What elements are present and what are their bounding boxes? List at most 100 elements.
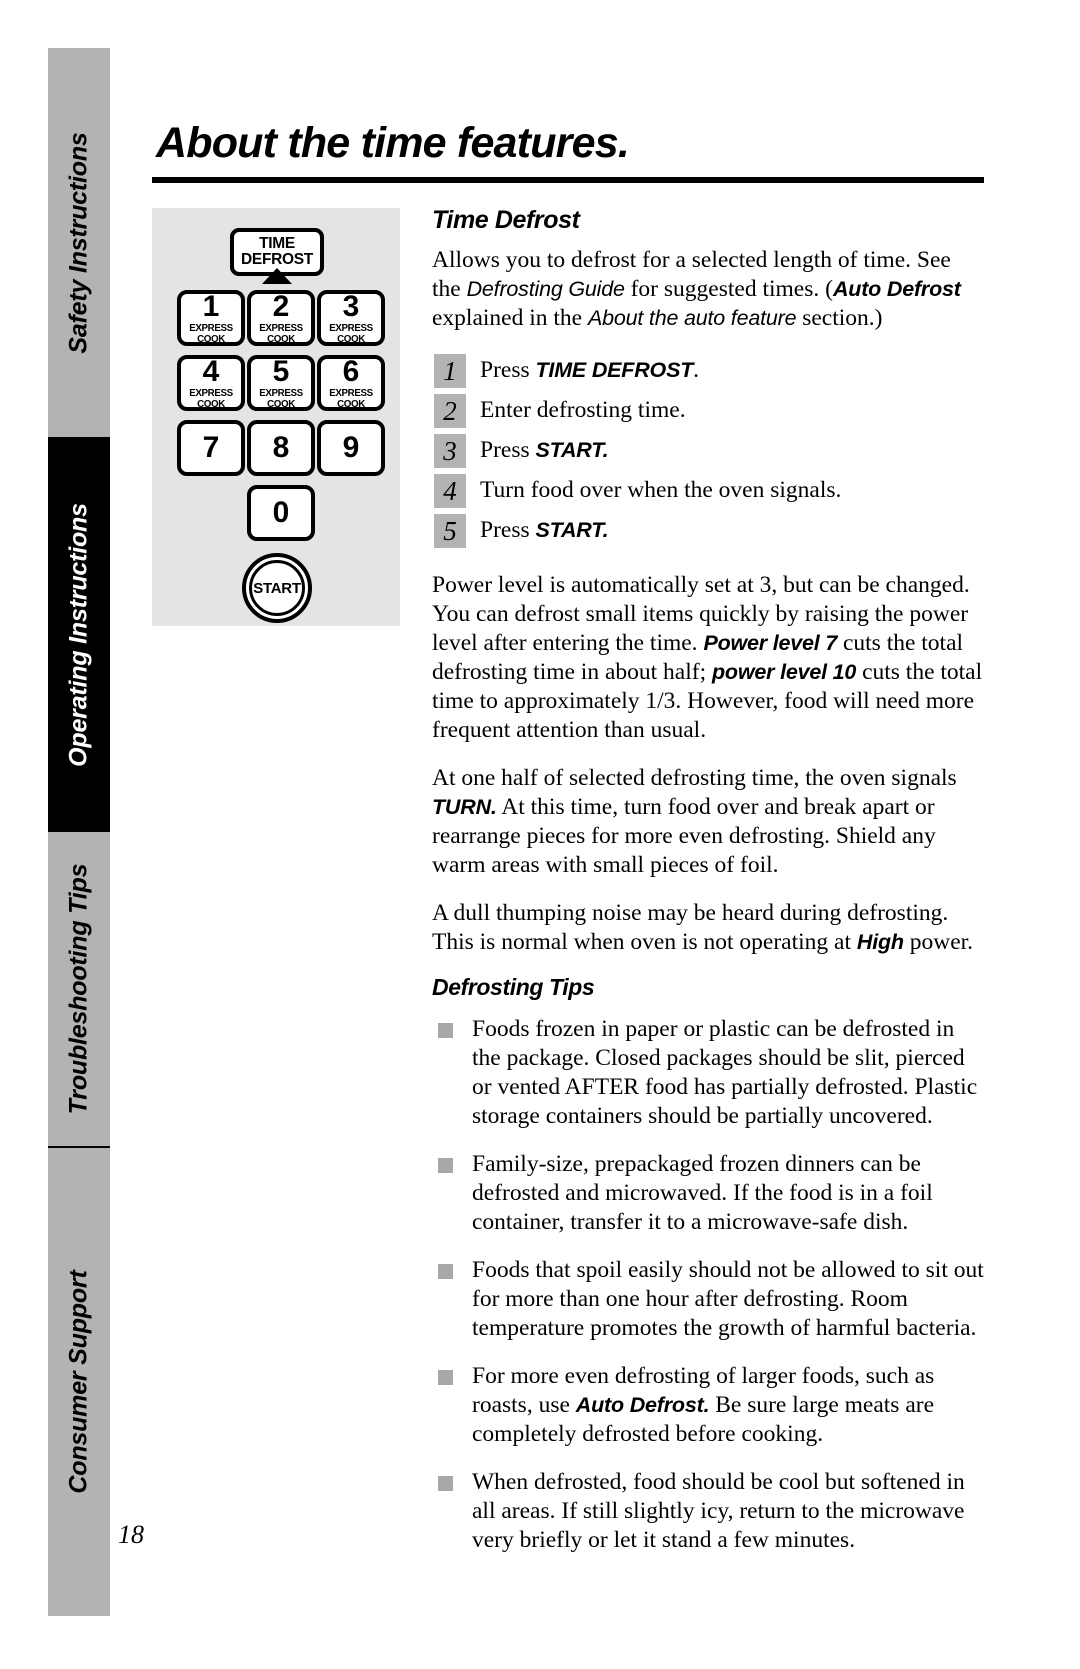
thumping-noise-paragraph: A dull thumping noise may be heard durin… <box>432 899 984 957</box>
step-text-pre: Enter defrosting time. <box>480 397 686 423</box>
keypad-key-sublabel: EXPRESS COOK <box>259 387 303 410</box>
tip-text-1: Family-size, prepackaged frozen dinners … <box>472 1151 933 1235</box>
page-main-column: About the time features. TIME DEFROST 1 … <box>152 48 984 1553</box>
tip-text-1: Foods frozen in paper or plastic can be … <box>472 1016 978 1129</box>
intro-text-4: section.) <box>796 305 883 331</box>
step-number-badge: 5 <box>434 514 466 548</box>
step-number-badge: 3 <box>434 434 466 468</box>
keypad-key-digit: 6 <box>342 355 360 388</box>
keypad-key-digit: 2 <box>272 290 290 323</box>
power-level-paragraph: Power level is automatically set at 3, b… <box>432 571 984 745</box>
keypad-key-7[interactable]: 7 <box>177 420 245 476</box>
keypad-key-sublabel: EXPRESS COOK <box>329 387 373 410</box>
sidebar-tab-label: Consumer Support <box>64 1270 93 1494</box>
sidebar-tab-consumer-support[interactable]: Consumer Support <box>48 1146 110 1616</box>
keypad-key-1[interactable]: 1 EXPRESS COOK <box>177 290 245 346</box>
step-text: Turn food over when the oven signals. <box>480 472 984 505</box>
step-text-pre: Press <box>480 357 536 383</box>
list-item: Family-size, prepackaged frozen dinners … <box>432 1150 984 1237</box>
auto-defrost-reference: Auto Defrost <box>832 277 961 301</box>
square-bullet-icon <box>438 1023 453 1038</box>
keypad-key-digit: 9 <box>342 431 360 464</box>
keypad-key-sublabel: EXPRESS COOK <box>189 387 233 410</box>
section-title-time-defrost: Time Defrost <box>432 206 580 234</box>
page-title: About the time features. <box>156 119 630 167</box>
article-body: Time Defrost Allows you to defrost for a… <box>432 208 984 1574</box>
square-bullet-icon <box>438 1476 453 1491</box>
intro-text-2: for suggested times. ( <box>624 276 833 302</box>
keypad-key-sublabel: EXPRESS COOK <box>329 322 373 345</box>
list-item: Foods frozen in paper or plastic can be … <box>432 1015 984 1131</box>
page-number: 18 <box>118 1520 144 1549</box>
manual-page: Safety Instructions Operating Instructio… <box>0 0 1080 1669</box>
sidebar-tab-troubleshooting-tips[interactable]: Troubleshooting Tips <box>48 832 110 1146</box>
keypad-key-2[interactable]: 2 EXPRESS COOK <box>247 290 315 346</box>
instruction-step: 3 Press START. <box>432 432 984 469</box>
keypad-key-digit: 5 <box>272 355 290 388</box>
title-underline-rule <box>152 177 984 183</box>
square-bullet-icon <box>438 1264 453 1279</box>
step-text: Enter defrosting time. <box>480 392 984 425</box>
callout-triangle-icon <box>262 268 292 284</box>
tip-text-1: When defrosted, food should be cool but … <box>472 1469 965 1553</box>
keypad-key-digit: 7 <box>202 431 220 464</box>
tip-text-1: Foods that spoil easily should not be al… <box>472 1257 984 1341</box>
sidebar-tab-safety-instructions[interactable]: Safety Instructions <box>48 48 110 437</box>
step-number-badge: 2 <box>434 394 466 428</box>
section-tab-rail: Safety Instructions Operating Instructio… <box>48 48 110 1616</box>
list-item: Foods that spoil easily should not be al… <box>432 1256 984 1343</box>
defrosting-tips-list: Foods frozen in paper or plastic can be … <box>432 1015 984 1555</box>
start-button[interactable]: START <box>242 553 312 623</box>
list-item: When defrosted, food should be cool but … <box>432 1468 984 1555</box>
sidebar-tab-label: Troubleshooting Tips <box>64 863 93 1115</box>
sidebar-tab-label: Safety Instructions <box>64 131 93 354</box>
step-emphasis: START. <box>535 518 609 542</box>
step-text: Press TIME DEFROST. <box>480 352 984 385</box>
square-bullet-icon <box>438 1370 453 1385</box>
step-text: Press START. <box>480 432 984 465</box>
instruction-steps-list: 1 Press TIME DEFROST. 2 Enter defrosting… <box>432 352 984 549</box>
step-number-badge: 1 <box>434 354 466 388</box>
keypad-key-digit: 4 <box>202 355 220 388</box>
list-item: For more even defrosting of larger foods… <box>432 1362 984 1449</box>
keypad-key-3[interactable]: 3 EXPRESS COOK <box>317 290 385 346</box>
turn-text-1: At one half of selected defrosting time,… <box>432 765 957 791</box>
instruction-step: 5 Press START. <box>432 512 984 549</box>
power-level-7-emphasis: Power level 7 <box>703 631 838 655</box>
instruction-step: 4 Turn food over when the oven signals. <box>432 472 984 509</box>
auto-feature-section-reference: About the auto feature <box>587 306 797 330</box>
keypad-key-5[interactable]: 5 EXPRESS COOK <box>247 355 315 411</box>
keypad-key-digit: 8 <box>272 431 290 464</box>
sidebar-tab-label: Operating Instructions <box>64 502 93 767</box>
turn-text-2: At this time, turn food over and break a… <box>432 794 936 878</box>
time-defrost-key-line1: TIME <box>259 235 295 253</box>
keypad-key-digit: 3 <box>342 290 360 323</box>
keypad-illustration: TIME DEFROST 1 EXPRESS COOK 2 EXPRESS CO… <box>152 208 400 626</box>
defrosting-guide-reference: Defrosting Guide <box>466 277 625 301</box>
step-text-pre: Turn food over when the oven signals. <box>480 477 842 503</box>
keypad-key-0[interactable]: 0 <box>247 485 315 541</box>
step-number-badge: 4 <box>434 474 466 508</box>
tip-emphasis: Auto Defrost. <box>575 1393 710 1417</box>
keypad-key-8[interactable]: 8 <box>247 420 315 476</box>
square-bullet-icon <box>438 1158 453 1173</box>
keypad-key-9[interactable]: 9 <box>317 420 385 476</box>
keypad-key-6[interactable]: 6 EXPRESS COOK <box>317 355 385 411</box>
step-emphasis: START. <box>535 438 609 462</box>
power-level-10-emphasis: power level 10 <box>711 660 857 684</box>
high-power-emphasis: High <box>856 930 904 954</box>
keypad-key-4[interactable]: 4 EXPRESS COOK <box>177 355 245 411</box>
instruction-step: 1 Press TIME DEFROST. <box>432 352 984 389</box>
step-emphasis: TIME DEFROST <box>535 358 694 382</box>
instruction-step: 2 Enter defrosting time. <box>432 392 984 429</box>
start-button-label: START <box>249 560 305 616</box>
keypad-key-sublabel: EXPRESS COOK <box>189 322 233 345</box>
section-title-defrosting-tips: Defrosting Tips <box>432 974 595 1000</box>
step-text-pre: Press <box>480 517 536 543</box>
turn-emphasis: TURN. <box>432 795 497 819</box>
keypad-key-digit: 1 <box>202 290 220 323</box>
keypad-key-digit: 0 <box>272 496 290 529</box>
step-text: Press START. <box>480 512 984 545</box>
noise-text-2: power. <box>903 929 974 955</box>
sidebar-tab-operating-instructions[interactable]: Operating Instructions <box>48 437 110 832</box>
